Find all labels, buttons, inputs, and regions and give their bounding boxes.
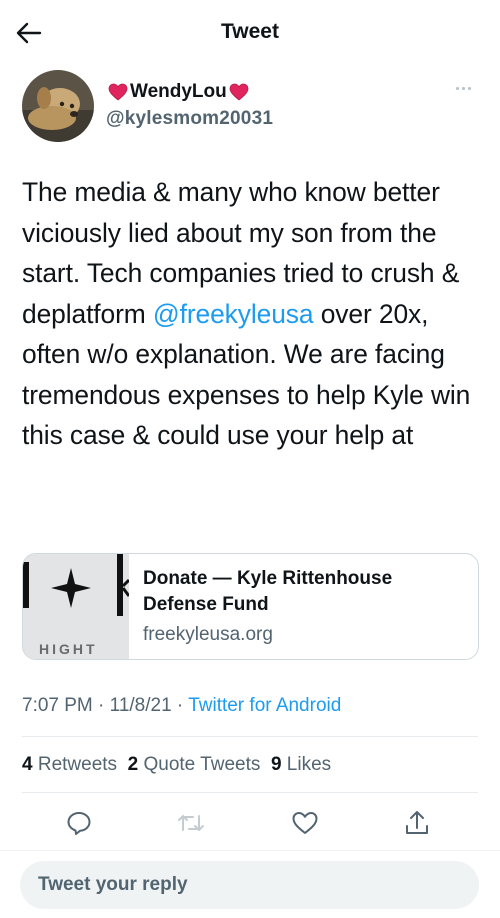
reply-input[interactable] [20,861,479,909]
retweet-icon [178,815,204,831]
meta-separator: · [98,695,105,716]
tweet-author: WendyLou @kylesmom20031 [22,70,478,146]
likes-label: Likes [286,754,332,775]
display-name[interactable]: WendyLou [106,80,273,104]
tweet-stats: 4 Retweets 2 Quote Tweets 9 Likes [22,753,331,777]
divider [22,736,478,737]
card-body: Donate — Kyle Rittenhouse Defense Fund f… [129,554,478,659]
quotes-label: Quote Tweets [143,754,261,775]
page-title: Tweet [221,20,279,43]
card-title: Donate — Kyle Rittenhouse Defense Fund [143,568,393,615]
link-card[interactable]: HIGHT Donate — Kyle Rittenhouse Defense … [22,553,479,660]
heart-emoji-icon [108,83,128,101]
tweet-date[interactable]: 11/8/21 [110,695,172,716]
likes-count: 9 [270,754,282,775]
mention-link[interactable]: @freekyleusa [153,299,314,329]
tweet-actions [22,806,478,840]
share-icon [406,811,428,834]
like-button[interactable] [288,806,322,840]
quotes-count: 2 [127,754,139,775]
share-button[interactable] [400,806,434,840]
retweets-count: 4 [22,754,33,775]
user-handle[interactable]: @kylesmom20031 [106,106,273,132]
tweet-source-link[interactable]: Twitter for Android [188,695,341,716]
dog-photo-icon [22,70,94,142]
like-icon [292,812,318,834]
divider [0,850,500,851]
display-name-text: WendyLou [130,81,227,102]
card-domain: freekyleusa.org [143,624,273,645]
top-bar: Tweet [0,0,500,64]
meta-separator: · [176,695,184,716]
reply-box[interactable] [20,861,479,909]
heart-emoji-icon [229,83,249,101]
tweet-time[interactable]: 7:07 PM [22,695,93,716]
reply-icon [67,812,91,835]
quote-tweets-stat[interactable]: 2 Quote Tweets [128,754,261,775]
retweet-button[interactable] [174,806,208,840]
reply-button[interactable] [62,806,96,840]
card-thumb-text: HIGHT [39,641,98,657]
retweets-label: Retweets [37,754,118,775]
card-image-icon: HIGHT [23,554,131,659]
author-names: WendyLou @kylesmom20031 [106,80,273,132]
retweets-stat[interactable]: 4 Retweets [22,754,117,775]
tweet-text: The media & many who know better vicious… [22,172,482,456]
divider [22,792,478,793]
likes-stat[interactable]: 9 Likes [271,754,331,775]
avatar[interactable] [22,70,94,142]
tweet-meta: 7:07 PM · 11/8/21 · Twitter for Android [22,694,341,718]
card-thumbnail: HIGHT [23,554,131,659]
more-icon[interactable] [448,78,478,98]
